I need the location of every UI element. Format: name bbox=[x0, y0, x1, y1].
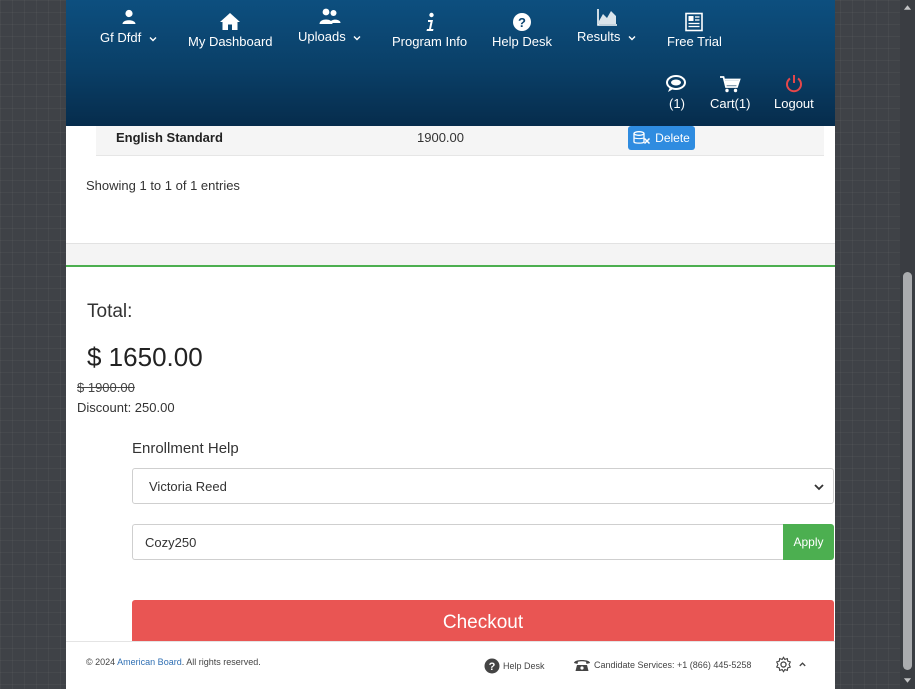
enrollment-help-select[interactable]: Victoria Reed bbox=[132, 468, 834, 504]
company-link[interactable]: American Board bbox=[117, 657, 182, 667]
gear-icon bbox=[775, 656, 792, 673]
coupon-input[interactable]: Cozy250 bbox=[132, 524, 783, 560]
course-name: English Standard bbox=[116, 130, 223, 145]
page: Gf Dfdf My Dashboard Uploads Program Inf… bbox=[66, 0, 835, 689]
delete-button[interactable]: Delete bbox=[628, 126, 695, 150]
scrollbar-thumb[interactable] bbox=[903, 272, 912, 670]
footer-help-desk-label: Help Desk bbox=[503, 661, 545, 671]
svg-text:?: ? bbox=[518, 15, 526, 30]
top-navigation: Gf Dfdf My Dashboard Uploads Program Inf… bbox=[66, 0, 835, 126]
power-icon bbox=[785, 75, 802, 93]
nav-program-info[interactable]: Program Info bbox=[392, 12, 467, 49]
nav-program-info-label: Program Info bbox=[392, 34, 468, 49]
nav-free-trial-label: Free Trial bbox=[667, 34, 722, 49]
copyright-suffix: . All rights reserved. bbox=[181, 657, 261, 667]
nav-results-menu[interactable]: Results bbox=[577, 7, 637, 44]
nav-cart-label: Cart(1) bbox=[710, 96, 751, 111]
copyright: © 2024 American Board. All rights reserv… bbox=[86, 657, 261, 667]
green-divider bbox=[66, 265, 835, 267]
enrollment-help-selected: Victoria Reed bbox=[149, 478, 227, 494]
coupon-input-value: Cozy250 bbox=[145, 534, 197, 550]
chevron-down-icon bbox=[149, 36, 157, 42]
section-divider bbox=[66, 243, 835, 265]
scroll-down-arrow-icon[interactable] bbox=[903, 677, 912, 685]
chevron-down-icon bbox=[628, 35, 636, 41]
nav-uploads-menu[interactable]: Uploads bbox=[298, 7, 362, 44]
checkout-button-label: Checkout bbox=[442, 612, 524, 633]
footer-help-desk[interactable]: ? Help Desk bbox=[484, 658, 545, 674]
chevron-down-icon bbox=[814, 484, 824, 491]
nav-messages[interactable]: (1) bbox=[665, 74, 689, 111]
course-price: 1900.00 bbox=[417, 130, 464, 145]
chart-icon bbox=[597, 9, 617, 26]
delete-database-icon bbox=[633, 131, 651, 145]
newspaper-icon bbox=[685, 12, 704, 32]
question-icon: ? bbox=[484, 658, 500, 674]
scrollbar[interactable] bbox=[900, 0, 915, 689]
discount-amount: Discount: 250.00 bbox=[77, 400, 175, 415]
copyright-prefix: © 2024 bbox=[86, 657, 118, 667]
delete-button-label: Delete bbox=[655, 131, 690, 145]
home-icon bbox=[220, 13, 241, 30]
apply-coupon-button[interactable]: Apply bbox=[783, 524, 834, 560]
svg-text:?: ? bbox=[489, 661, 496, 673]
footer-settings[interactable] bbox=[775, 656, 807, 673]
scroll-up-arrow-icon[interactable] bbox=[903, 3, 912, 11]
question-icon: ? bbox=[512, 13, 531, 31]
nav-user-label: Gf Dfdf bbox=[100, 30, 142, 45]
original-price: $ 1900.00 bbox=[77, 380, 135, 395]
nav-messages-count: (1) bbox=[669, 96, 685, 111]
enrollment-help-label: Enrollment Help bbox=[132, 440, 239, 457]
nav-logout-label: Logout bbox=[774, 96, 814, 111]
info-icon bbox=[426, 12, 434, 31]
chevron-down-icon bbox=[353, 35, 361, 41]
chevron-up-icon bbox=[799, 662, 806, 667]
nav-cart[interactable]: Cart(1) bbox=[710, 74, 750, 111]
cart-icon bbox=[720, 76, 741, 93]
apply-button-label: Apply bbox=[793, 535, 824, 549]
footer-candidate-services[interactable]: Candidate Services: +1 (866) 445-5258 bbox=[573, 658, 751, 672]
chat-icon bbox=[666, 75, 686, 92]
nav-results-label: Results bbox=[577, 29, 621, 44]
nav-logout[interactable]: Logout bbox=[774, 74, 814, 111]
user-icon bbox=[122, 9, 136, 24]
nav-user-menu[interactable]: Gf Dfdf bbox=[100, 8, 158, 45]
total-label: Total: bbox=[87, 301, 133, 322]
nav-help-desk[interactable]: ? Help Desk bbox=[492, 12, 552, 49]
candidate-services-label: Candidate Services: +1 (866) 445-5258 bbox=[594, 660, 752, 670]
total-value: $ 1650.00 bbox=[87, 342, 203, 372]
nav-dashboard-label: My Dashboard bbox=[188, 34, 273, 49]
nav-my-dashboard[interactable]: My Dashboard bbox=[188, 12, 273, 49]
phone-icon bbox=[574, 660, 590, 671]
table-info: Showing 1 to 1 of 1 entries bbox=[86, 178, 240, 193]
nav-uploads-label: Uploads bbox=[298, 29, 346, 44]
nav-free-trial[interactable]: Free Trial bbox=[667, 12, 722, 49]
users-icon bbox=[319, 8, 341, 24]
footer: © 2024 American Board. All rights reserv… bbox=[66, 641, 835, 689]
nav-help-desk-label: Help Desk bbox=[492, 34, 552, 49]
